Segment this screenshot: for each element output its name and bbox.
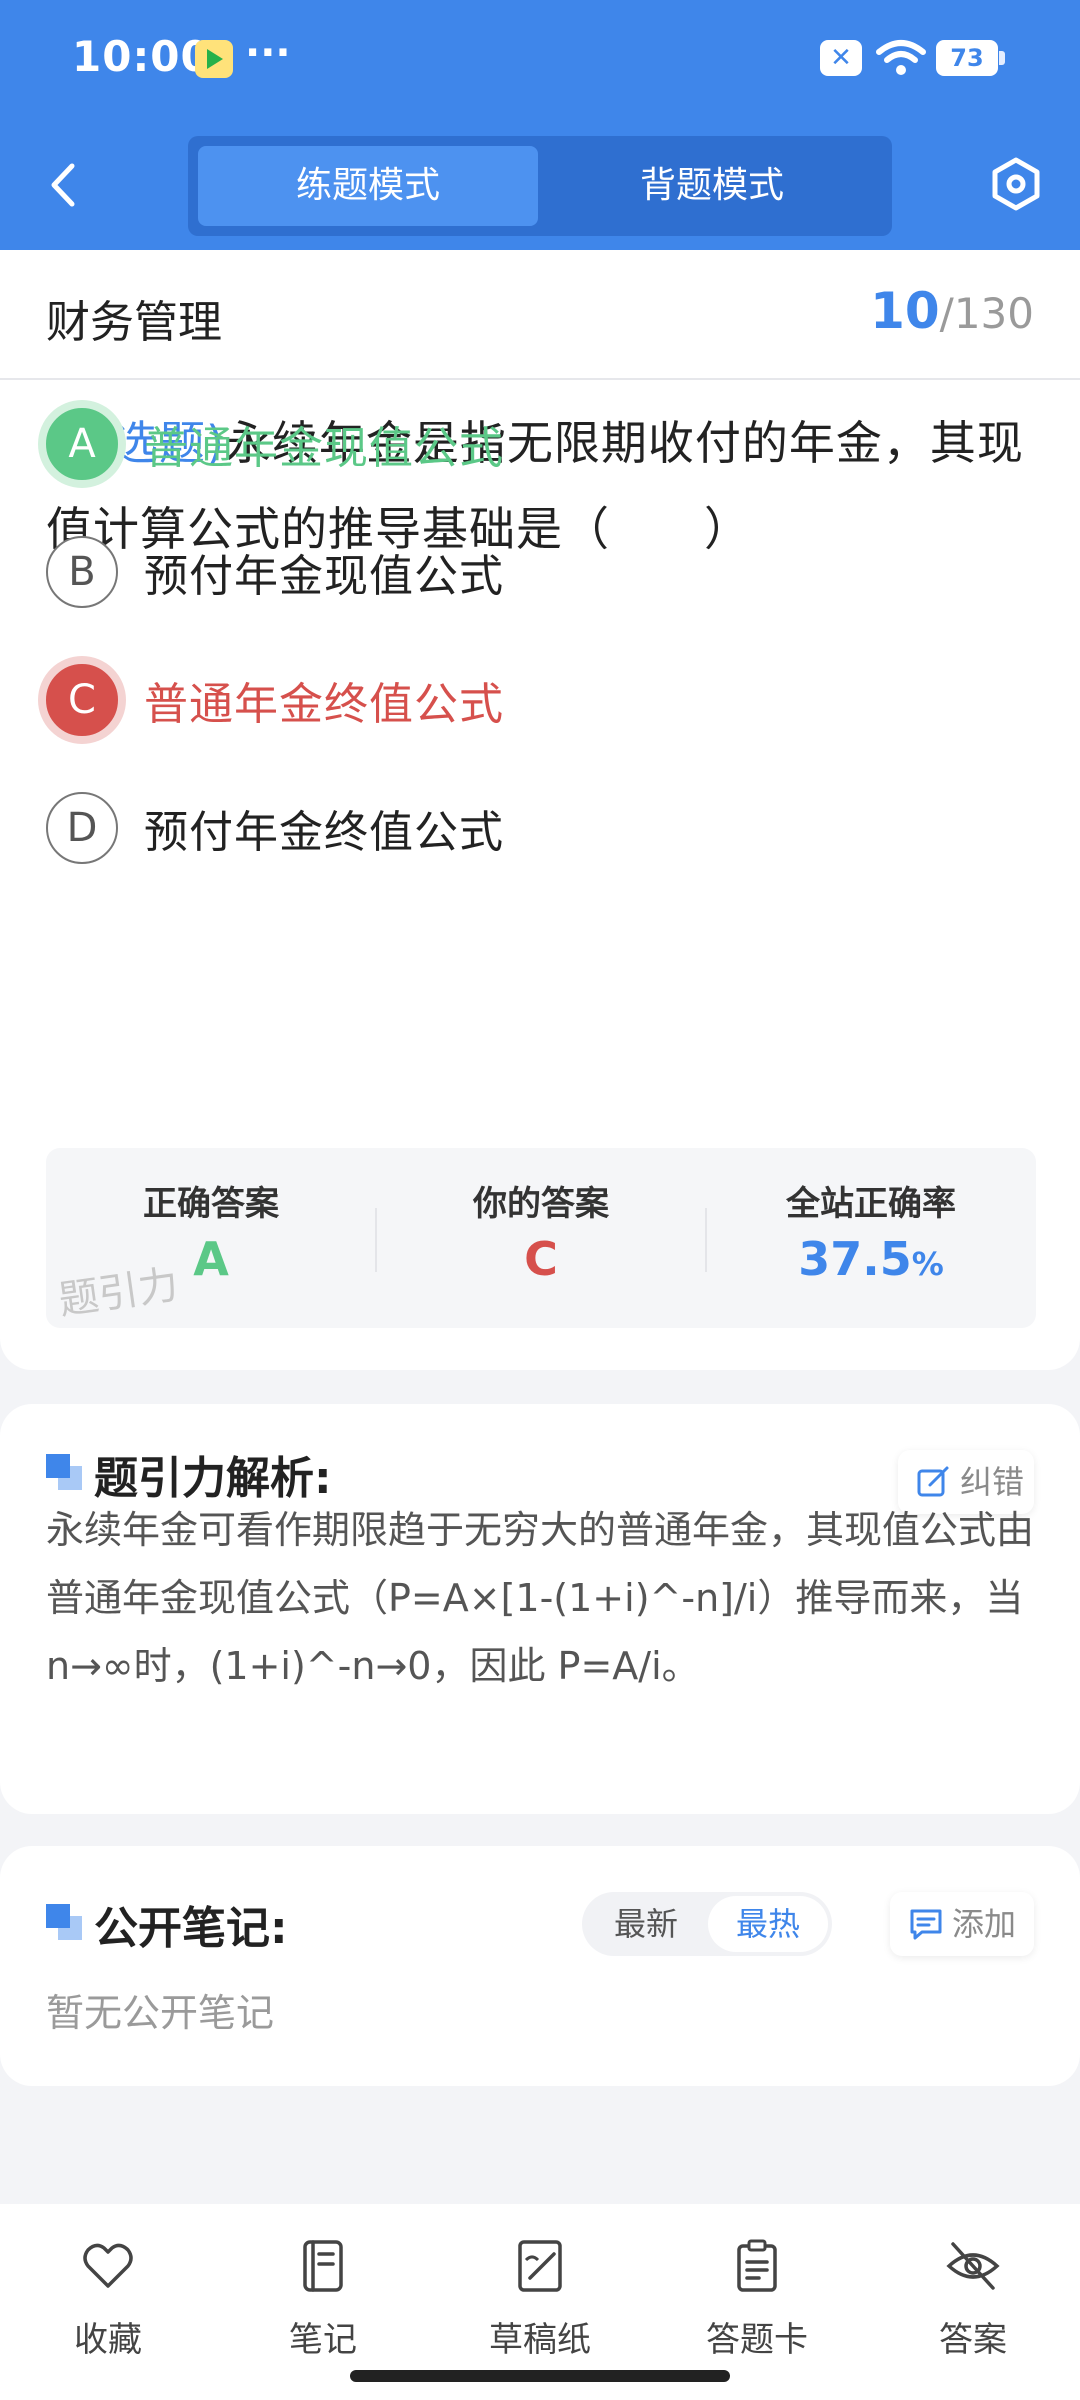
option-text: 预付年金现值公式 [144,551,504,602]
nav-answer[interactable]: 答案 [898,2224,1048,2374]
option-text: 普通年金现值公式 [144,423,504,474]
notebook-icon [303,2240,343,2292]
option-letter-badge: D [46,792,118,864]
question-progress[interactable]: 10/130 [870,282,1034,340]
your-answer-label: 你的答案 [473,1184,609,1224]
more-notifications-icon: ··· [245,30,291,76]
settings-hex-icon[interactable] [988,156,1044,212]
option-letter-badge: C [46,664,118,736]
site-accuracy-stat: 全站正确率 37.5% [706,1148,1036,1328]
tab-memorize-mode[interactable]: 背题模式 [542,146,882,226]
section-square-icon [46,1454,82,1490]
app-notification-icon [195,40,233,78]
header: 10:00 ··· ✕ 73 练题模式 背题模式 [0,0,1080,250]
option-text: 普通年金终值公式 [144,679,504,730]
sort-latest[interactable]: 最新 [586,1896,706,1952]
nav-notes[interactable]: 笔记 [248,2224,398,2374]
progress-separator: / [939,289,954,338]
subject-title: 财务管理 [46,297,222,348]
nav-notes-label: 笔记 [289,2320,357,2360]
public-notes-card: 公开笔记: 最新 最热 添加 暂无公开笔记 [0,1846,1080,2086]
site-accuracy-value: 37.5% [706,1232,1036,1286]
status-time: 10:00 [72,32,211,81]
option-letter-badge: B [46,536,118,608]
your-answer-stat: 你的答案 C [376,1148,706,1328]
option-d[interactable]: D 预付年金终值公式 [40,782,940,872]
add-note-button[interactable]: 添加 [890,1892,1034,1956]
current-question-number: 10 [870,282,940,340]
option-a[interactable]: A 普通年金现值公式 [40,398,940,488]
nav-answer-label: 答案 [939,2320,1007,2360]
analysis-card: 题引力解析: 纠错 永续年金可看作期限趋于无穷大的普通年金，其现值公式由普通年金… [0,1404,1080,1814]
nav-draft-paper-label: 草稿纸 [489,2320,591,2360]
x-badge-icon: ✕ [820,40,862,76]
total-question-count: 130 [953,289,1034,338]
eye-off-icon [946,2242,1000,2290]
question-card: 财务管理 10/130 (单选题)永续年金是指无限期收付的年金，其现值计算公式的… [0,250,1080,1370]
mode-switch: 练题模式 背题模式 [188,136,892,236]
status-bar: 10:00 ··· ✕ 73 [0,0,1080,118]
heart-icon [83,2243,133,2288]
correct-answer-label: 正确答案 [143,1184,279,1224]
empty-notes-text: 暂无公开笔记 [46,1991,275,2035]
analysis-text: 永续年金可看作期限趋于无穷大的普通年金，其现值公式由普通年金现值公式（P=A×[… [46,1508,1035,1688]
option-c[interactable]: C 普通年金终值公式 [40,654,940,744]
nav-favorite-label: 收藏 [74,2320,142,2360]
site-accuracy-unit: % [911,1245,944,1283]
site-accuracy-number: 37.5 [798,1232,912,1286]
site-accuracy-label: 全站正确率 [786,1184,956,1224]
nav-draft-paper[interactable]: 草稿纸 [465,2224,615,2374]
comment-icon [910,1909,942,1940]
option-letter-badge: A [46,408,118,480]
option-b[interactable]: B 预付年金现值公式 [40,526,940,616]
add-note-label: 添加 [952,1905,1017,1943]
nav-answer-sheet[interactable]: 答题卡 [682,2224,832,2374]
subject-row: 财务管理 10/130 [0,250,1080,380]
nav-answer-sheet-label: 答题卡 [706,2320,808,2360]
draft-paper-icon [518,2240,562,2292]
home-indicator[interactable] [350,2370,730,2382]
edit-icon [917,1466,949,1497]
notes-sort-switch: 最新 最热 [582,1892,832,1956]
nav-favorite[interactable]: 收藏 [33,2224,183,2374]
answer-stats: 正确答案 A 你的答案 C 全站正确率 37.5% 题引力 [46,1148,1036,1328]
your-answer-value: C [524,1232,558,1286]
answer-sheet-icon [737,2239,777,2292]
sort-hottest[interactable]: 最热 [708,1896,828,1952]
notes-title: 公开笔记: [94,1903,288,1954]
back-button[interactable] [40,160,90,210]
option-text: 预付年金终值公式 [144,807,504,858]
tab-practice-mode[interactable]: 练题模式 [198,146,538,226]
wifi-icon [876,40,926,75]
battery-icon: 73 [936,40,1005,76]
section-square-icon [46,1904,82,1940]
